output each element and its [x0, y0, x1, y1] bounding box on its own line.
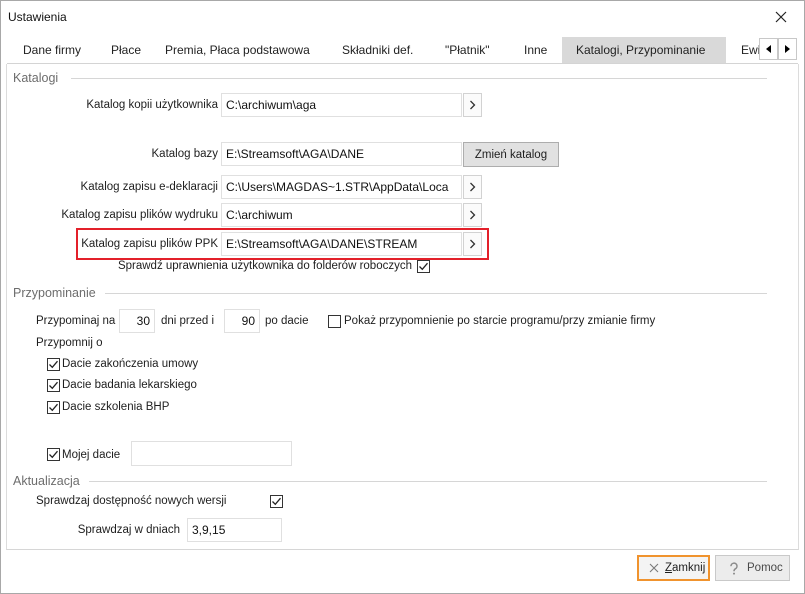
window-title: Ustawienia [8, 10, 67, 24]
tab-skladniki-def[interactable]: Składniki def. [328, 37, 427, 63]
chevron-right-icon [470, 210, 476, 220]
katalog-wydruku-label: Katalog zapisu plików wydruku [61, 209, 218, 221]
katalog-wydruku-browse-button[interactable] [463, 203, 482, 227]
section-divider [89, 481, 767, 482]
pokaz-przypomnienie-label[interactable]: Pokaż przypomnienie po starcie programu/… [344, 313, 655, 329]
tab-dane-firmy[interactable]: Dane firmy [9, 37, 95, 63]
katalog-kopii-browse-button[interactable] [463, 93, 482, 117]
sprawdz-uprawnienia-checkbox[interactable] [417, 260, 430, 273]
przypomnij-o-label: Przypomnij o [36, 337, 103, 349]
chevron-right-icon [470, 100, 476, 110]
katalog-e-deklaracji-browse-button[interactable] [463, 175, 482, 199]
section-title-przypominanie: Przypominanie [13, 286, 96, 300]
section-divider [105, 293, 767, 294]
tab-platnik[interactable]: "Płatnik" [431, 37, 504, 63]
checkmark-icon [49, 360, 58, 369]
sprawdzaj-dostepnosc-checkbox[interactable] [270, 495, 283, 508]
katalog-bazy-input[interactable] [221, 142, 462, 166]
katalog-e-deklaracji-input[interactable] [221, 175, 462, 199]
sprawdz-uprawnienia-label[interactable]: Sprawdź uprawnienia użytkownika do folde… [1, 258, 412, 274]
dacie-badania-lekarskiego-checkbox[interactable] [47, 379, 60, 392]
pokaz-przypomnienie-checkbox[interactable] [328, 315, 341, 328]
sprawdzaj-w-dniach-input[interactable] [187, 518, 282, 542]
katalog-wydruku-input[interactable] [221, 203, 462, 227]
katalog-kopii-input[interactable] [221, 93, 462, 117]
checkmark-icon [49, 403, 58, 412]
checkmark-icon [419, 262, 428, 271]
close-button[interactable] [770, 6, 792, 28]
checkmark-icon [49, 450, 58, 459]
dacie-szkolenia-bhp-checkbox[interactable] [47, 401, 60, 414]
content-panel [6, 64, 799, 550]
katalog-bazy-label: Katalog bazy [151, 148, 219, 160]
zamknij-button[interactable]: Zamknij [637, 555, 710, 581]
przypominaj-na-label: Przypominaj na [36, 315, 116, 327]
dacie-badania-lekarskiego-label[interactable]: Dacie badania lekarskiego [62, 377, 197, 393]
triangle-right-icon [785, 45, 790, 53]
mojej-dacie-input[interactable] [131, 441, 292, 466]
section-title-katalogi: Katalogi [13, 71, 59, 85]
tab-inne[interactable]: Inne [510, 37, 561, 63]
tab-scroll-left-button[interactable] [759, 38, 778, 60]
dni-przed-label: dni przed i [161, 315, 215, 327]
tab-scroll-right-button[interactable] [778, 38, 797, 60]
tab-bar: Dane firmy Płace Premia, Płaca podstawow… [7, 37, 798, 64]
sprawdzaj-w-dniach-label: Sprawdzaj w dniach [77, 524, 180, 536]
po-dacie-label: po dacie [265, 315, 309, 327]
tab-katalogi-przypominanie[interactable]: Katalogi, Przypominanie [562, 37, 726, 63]
tab-premia-placa-podstawowa[interactable]: Premia, Płaca podstawowa [151, 37, 324, 63]
checkmark-icon [272, 497, 281, 506]
chevron-right-icon [470, 182, 476, 192]
highlight-box [76, 228, 489, 260]
zmien-katalog-label: Zmień katalog [474, 148, 548, 161]
help-icon [730, 561, 738, 575]
sprawdzaj-dostepnosc-label[interactable]: Sprawdzaj dostępność nowych wersji [36, 493, 226, 509]
katalog-kopii-label: Katalog kopii użytkownika [86, 99, 218, 111]
triangle-left-icon [766, 45, 771, 53]
dacie-szkolenia-bhp-label[interactable]: Dacie szkolenia BHP [62, 399, 169, 415]
zamknij-label: Zamknij [665, 562, 706, 574]
dacie-zakonczenia-umowy-checkbox[interactable] [47, 358, 60, 371]
section-divider [71, 78, 767, 79]
settings-dialog: Ustawienia Dane firmy Płace Premia, Płac… [0, 0, 805, 594]
days-before-input[interactable] [119, 309, 155, 333]
section-title-aktualizacja: Aktualizacja [13, 474, 80, 488]
close-x-icon [649, 563, 659, 573]
days-after-input[interactable] [224, 309, 260, 333]
mojej-dacie-label[interactable]: Mojej dacie [62, 447, 120, 463]
pomoc-label: Pomoc [747, 562, 783, 574]
close-icon [775, 11, 787, 23]
mojej-dacie-checkbox[interactable] [47, 448, 60, 461]
tab-place[interactable]: Płace [97, 37, 155, 63]
checkmark-icon [49, 381, 58, 390]
pomoc-button[interactable]: Pomoc [715, 555, 790, 581]
zmien-katalog-button[interactable]: Zmień katalog [463, 142, 559, 167]
katalog-e-deklaracji-label: Katalog zapisu e-deklaracji [80, 181, 218, 193]
dacie-zakonczenia-umowy-label[interactable]: Dacie zakończenia umowy [62, 356, 198, 372]
